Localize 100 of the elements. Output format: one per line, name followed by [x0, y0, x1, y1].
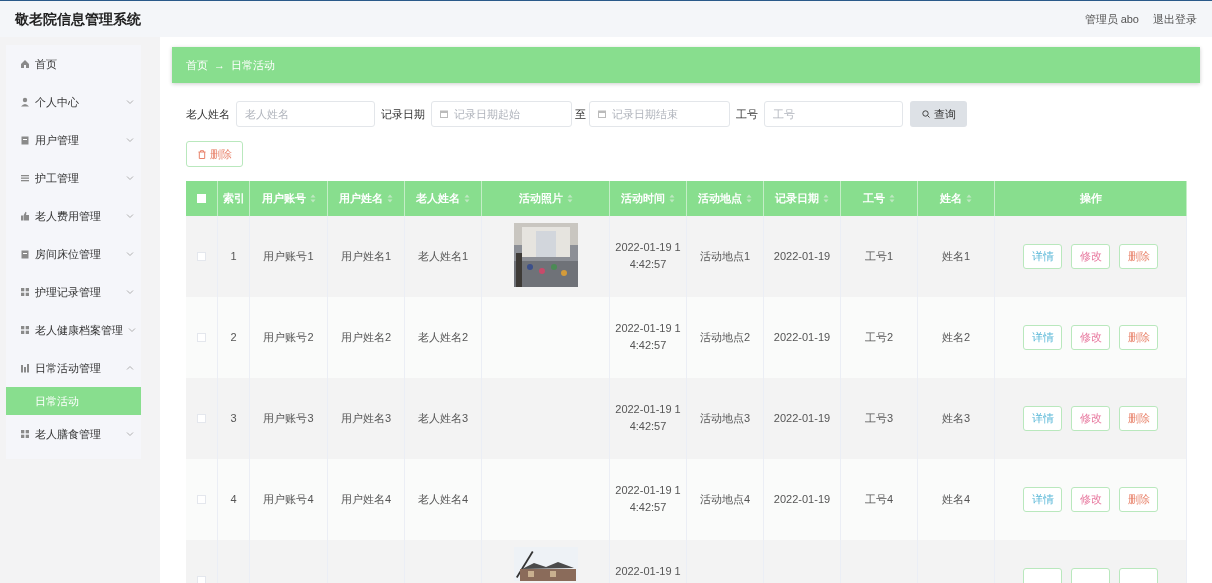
table-cell-text: 活动地点1	[699, 249, 751, 265]
row-checkbox[interactable]	[197, 414, 206, 423]
sort-icon	[669, 194, 675, 203]
date-field[interactable]: 记录日期结束	[589, 101, 730, 127]
sidebar-item[interactable]: 用户管理	[6, 121, 141, 159]
sort-icon	[309, 194, 316, 203]
table-cell-text: 用户账号3	[263, 411, 314, 427]
table-cell-text: 老人姓名3	[417, 411, 469, 427]
table-cell-text: 用户姓名4	[340, 492, 392, 508]
detail-button[interactable]: 详情	[1023, 487, 1062, 512]
sort-icon	[566, 194, 573, 203]
search-button[interactable]: 查询	[910, 101, 967, 127]
table-cell-text: 姓名2	[941, 330, 971, 346]
list-icon	[20, 173, 30, 183]
sidebar-subitem[interactable]: 日常活动	[6, 387, 141, 415]
table-cell-text: 2	[230, 330, 237, 346]
edit-button[interactable]: 修改	[1071, 244, 1110, 269]
row-checkbox[interactable]	[197, 576, 206, 583]
breadcrumb-item: 日常活动	[231, 57, 275, 73]
table-cell-text: 用户姓名2	[340, 330, 392, 346]
column-header[interactable]: 用户账号	[261, 190, 316, 207]
edit-button[interactable]: 修改	[1071, 487, 1110, 512]
table-cell-text: 老人姓名2	[417, 330, 469, 346]
table-cell-text: 姓名3	[941, 411, 971, 427]
row-checkbox[interactable]	[197, 495, 206, 504]
edit-button[interactable]: 修改	[1071, 406, 1110, 431]
table-cell-text: 2022-01-19	[773, 249, 831, 265]
edit-button[interactable]: 修改	[1071, 325, 1110, 350]
table-cell-text: 1	[230, 249, 237, 265]
grid-icon	[20, 325, 30, 335]
table-cell-text: 用户姓名1	[340, 249, 392, 265]
table-cell-text: 工号3	[864, 411, 894, 427]
grid-icon	[20, 287, 30, 297]
detail-button[interactable]: 详情	[1023, 325, 1062, 350]
delete-button[interactable]: 删除	[1119, 325, 1158, 350]
sort-icon	[464, 194, 470, 203]
calendar-icon	[598, 110, 606, 118]
sidebar-item[interactable]: 护工管理	[6, 159, 141, 197]
thumb-icon	[20, 211, 30, 221]
table-cell-text: 2022-01-19	[773, 411, 831, 427]
input-field[interactable]: 老人姓名	[236, 101, 375, 127]
column-header[interactable]: 活动地点	[698, 190, 752, 207]
table-cell-text: 用户姓名3	[340, 411, 392, 427]
sort-icon	[387, 194, 393, 203]
table-cell-text: 4	[230, 492, 237, 508]
filter-label: 记录日期	[381, 106, 425, 122]
clipboard-icon	[20, 249, 30, 259]
table-cell-text: 姓名1	[941, 249, 971, 265]
filter-label: 工号	[736, 106, 758, 122]
column-header: 操作	[1079, 191, 1102, 207]
table-cell-text: 工号1	[864, 249, 894, 265]
sidebar-item[interactable]: 老人膳食管理	[6, 415, 141, 453]
sort-icon	[746, 194, 752, 203]
column-header[interactable]: 工号	[863, 190, 895, 207]
column-header: 索引	[222, 191, 245, 207]
table-cell-text: 工号2	[864, 330, 894, 346]
column-header[interactable]: 老人姓名	[416, 190, 470, 207]
table-cell-text: 用户账号2	[263, 330, 314, 346]
table-cell-text: 活动地点3	[699, 411, 751, 427]
table-cell-text: 用户账号4	[263, 492, 314, 508]
breadcrumb-item[interactable]: 首页	[186, 56, 208, 74]
column-header[interactable]: 活动时间	[621, 190, 675, 207]
delete-button[interactable]: 删除	[1119, 244, 1158, 269]
column-header[interactable]: 活动照片	[518, 190, 573, 207]
sort-icon	[889, 194, 895, 203]
search-icon	[921, 110, 930, 118]
breadcrumb-separator: →	[214, 57, 225, 73]
row-checkbox[interactable]	[197, 333, 206, 342]
delete-button[interactable]: 删除	[1119, 487, 1158, 512]
trash-icon	[197, 149, 206, 159]
detail-button[interactable]: 详情	[1023, 244, 1062, 269]
select-all-checkbox[interactable]	[197, 194, 206, 203]
sidebar-item[interactable]: 房间床位管理	[6, 235, 141, 273]
sidebar-item[interactable]: 个人中心	[6, 83, 141, 121]
table-cell-text: 姓名4	[941, 492, 971, 508]
date-field[interactable]: 记录日期起始	[431, 101, 572, 127]
table-cell-text: 2022-01-19 1 4:42:57	[615, 240, 681, 272]
sidebar-item[interactable]: 老人健康档案管理	[6, 311, 141, 349]
sidebar-item[interactable]: 护理记录管理	[6, 273, 141, 311]
column-header[interactable]: 姓名	[940, 190, 972, 207]
app-title: 敬老院信息管理系统	[15, 9, 141, 29]
row-checkbox[interactable]	[197, 252, 206, 261]
input-field[interactable]: 工号	[764, 101, 903, 127]
table-cell-text: 活动地点2	[699, 330, 751, 346]
table-cell-text: 2022-01-19 1 4:42:57	[615, 321, 681, 353]
clipboard-icon	[20, 135, 30, 145]
table-cell-text: 2022-01-19	[773, 330, 831, 346]
detail-button[interactable]: 详情	[1023, 406, 1062, 431]
delete-button[interactable]: 删除	[186, 141, 243, 167]
table-cell-text: 活动地点4	[699, 492, 751, 508]
column-header[interactable]: 记录日期	[775, 190, 829, 207]
sidebar-item[interactable]: 首页	[6, 45, 141, 83]
logout-link[interactable]: 退出登录	[1153, 10, 1197, 28]
sidebar-item[interactable]: 日常活动管理	[6, 349, 141, 387]
delete-button[interactable]: 删除	[1119, 406, 1158, 431]
filter-label: 至	[575, 106, 586, 122]
user-label: 管理员 abo	[1084, 11, 1139, 27]
home-icon	[20, 59, 30, 69]
column-header[interactable]: 用户姓名	[339, 190, 393, 207]
sidebar-item[interactable]: 老人费用管理	[6, 197, 141, 235]
